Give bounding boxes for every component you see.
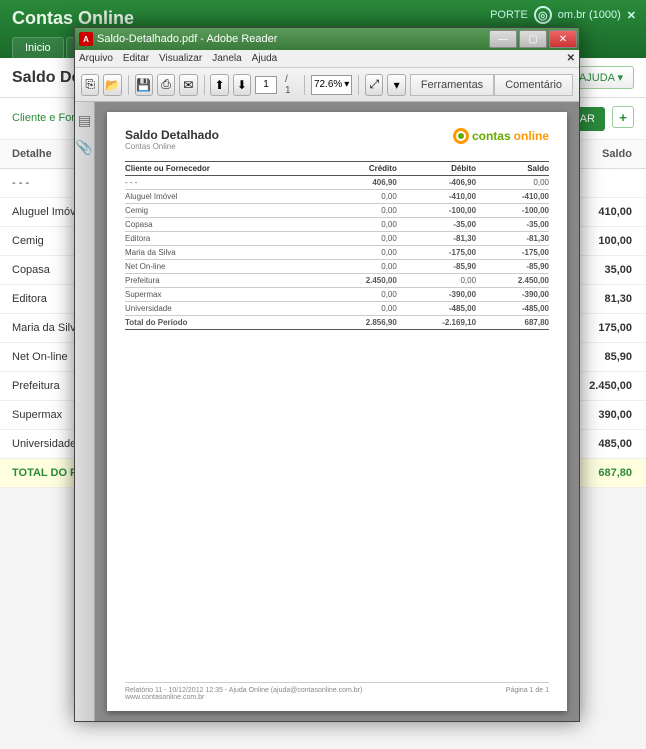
pdf-total-row: Total do Período2.856,90-2.169,10687,80	[125, 316, 549, 330]
ferramentas-tab[interactable]: Ferramentas	[410, 74, 494, 96]
doc-subtitle: Contas Online	[125, 142, 219, 151]
thumbnails-icon[interactable]: ▤	[78, 112, 91, 129]
pdf-col-debito: Débito	[397, 162, 476, 176]
page-down-icon[interactable]: ⬇	[233, 74, 251, 96]
print-icon[interactable]: ⎙	[157, 74, 175, 96]
page-viewport[interactable]: Saldo Detalhado Contas Online contasonli…	[95, 102, 579, 721]
document-area: ▤ 📎 Saldo Detalhado Contas Online contas…	[75, 102, 579, 721]
page-up-icon[interactable]: ⬆	[210, 74, 228, 96]
pdf-col-credito: Crédito	[324, 162, 397, 176]
export-pdf-icon[interactable]: ⎘	[81, 74, 99, 96]
pdf-table-row: Net On-line0,00-85,90-85,90	[125, 260, 549, 274]
menu-visualizar[interactable]: Visualizar	[159, 53, 202, 64]
fit-icon[interactable]: ⤢	[365, 74, 383, 96]
window-controls: — ▢ ✕	[489, 30, 579, 48]
doc-logo: contasonline	[453, 128, 549, 144]
read-mode-icon[interactable]: ▾	[387, 74, 405, 96]
pdf-table-row: - - -406,90-406,900,00	[125, 176, 549, 190]
add-button[interactable]: +	[612, 106, 634, 128]
menu-janela[interactable]: Janela	[212, 53, 241, 64]
pdf-icon: A	[79, 32, 93, 46]
comentario-tab[interactable]: Comentário	[494, 74, 573, 96]
window-titlebar[interactable]: A Saldo-Detalhado.pdf - Adobe Reader — ▢…	[75, 28, 579, 50]
pdf-table-row: Maria da Silva0,00-175,00-175,00	[125, 246, 549, 260]
pdf-table-row: Universidade0,00-485,00-485,00	[125, 302, 549, 316]
page-number-input[interactable]	[255, 76, 277, 94]
pdf-table-row: Editora0,00-81,30-81,30	[125, 232, 549, 246]
footer-right: Página 1 de 1	[506, 687, 549, 701]
zoom-select[interactable]: 72.6% ▾	[311, 75, 352, 95]
logo-text-1: contas	[472, 129, 511, 143]
footer-site: www.contasonline.com.br	[125, 694, 362, 701]
pdf-table: Cliente ou Fornecedor Crédito Débito Sal…	[125, 161, 549, 330]
open-icon[interactable]: 📂	[103, 74, 121, 96]
pdf-table-row: Prefeitura2.450,000,002.450,00	[125, 274, 549, 288]
menu-close-icon[interactable]: ✕	[567, 53, 575, 64]
menu-arquivo[interactable]: Arquivo	[79, 53, 113, 64]
nav-inicio[interactable]: Inicio	[12, 37, 64, 58]
pdf-footer: Relatório 11 - 10/12/2012 12:35 - Ajuda …	[125, 682, 549, 701]
pdf-page: Saldo Detalhado Contas Online contasonli…	[107, 112, 567, 711]
logo-icon	[453, 128, 469, 144]
pdf-table-row: Aluguel Imóvel0,00-410,00-410,00	[125, 190, 549, 204]
header-right: PORTE ◎ om.br (1000) ✕	[490, 6, 636, 24]
menu-editar[interactable]: Editar	[123, 53, 149, 64]
account-close-icon[interactable]: ✕	[627, 9, 636, 22]
suporte-label[interactable]: PORTE	[490, 9, 528, 21]
pdf-col-cliente: Cliente ou Fornecedor	[125, 162, 324, 176]
menu-bar: Arquivo Editar Visualizar Janela Ajuda ✕	[75, 50, 579, 68]
logo-text-2: online	[514, 129, 549, 143]
side-panel: ▤ 📎	[75, 102, 95, 721]
pdf-table-row: Copasa0,00-35,00-35,00	[125, 218, 549, 232]
doc-title: Saldo Detalhado	[125, 128, 219, 142]
pdf-table-row: Cemig0,00-100,00-100,00	[125, 204, 549, 218]
brand-icon: ◎	[534, 6, 552, 24]
page-total: / 1	[285, 74, 294, 96]
toolbar: ⎘ 📂 💾 ⎙ ✉ ⬆ ⬇ / 1 72.6% ▾ ⤢ ▾ Ferramenta…	[75, 68, 579, 102]
attachments-icon[interactable]: 📎	[76, 139, 93, 156]
menu-ajuda[interactable]: Ajuda	[252, 53, 278, 64]
mail-icon[interactable]: ✉	[179, 74, 197, 96]
pdf-table-row: Supermax0,00-390,00-390,00	[125, 288, 549, 302]
account-label: om.br (1000)	[558, 9, 621, 21]
pdf-reader-window: A Saldo-Detalhado.pdf - Adobe Reader — ▢…	[74, 27, 580, 722]
pdf-col-saldo: Saldo	[476, 162, 549, 176]
maximize-button[interactable]: ▢	[519, 30, 547, 48]
close-button[interactable]: ✕	[549, 30, 577, 48]
minimize-button[interactable]: —	[489, 30, 517, 48]
save-icon[interactable]: 💾	[135, 74, 153, 96]
window-title: Saldo-Detalhado.pdf - Adobe Reader	[97, 33, 277, 45]
footer-left: Relatório 11 - 10/12/2012 12:35 - Ajuda …	[125, 687, 362, 694]
